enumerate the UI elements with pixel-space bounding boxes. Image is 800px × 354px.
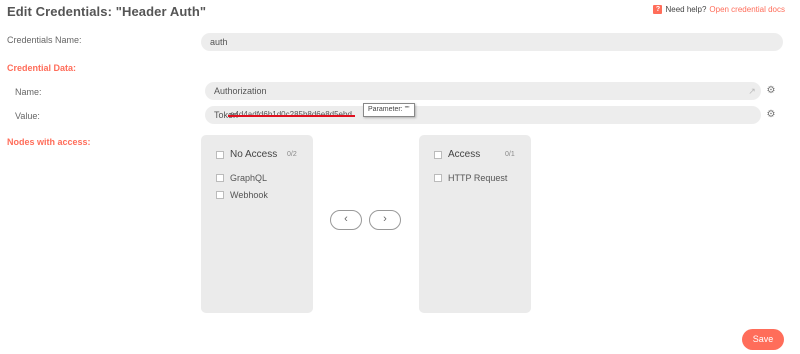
item-label: Webhook [230,190,268,200]
parameter-tooltip: Parameter: "" [363,103,415,117]
list-item[interactable]: GraphQL [216,173,267,183]
access-count: 0/1 [505,151,515,158]
select-all-checkbox[interactable] [216,150,224,159]
gears-icon[interactable]: ⚙ [765,85,777,97]
credentials-name-input[interactable]: auth [201,33,783,51]
move-left-button[interactable]: ‹ [330,210,362,230]
help-area: ? Need help? Open credential docs [653,5,785,14]
value-field[interactable]: Token e4d4adfd6b1d0c285b8d6e8d5ebdc Para… [205,103,761,124]
name-field[interactable]: Authorization ↗ [205,82,761,100]
name-field-value: Authorization [214,86,267,96]
list-item[interactable]: Webhook [216,190,268,200]
item-checkbox[interactable] [434,174,442,182]
redaction-line [228,115,355,117]
no-access-count: 0/2 [287,151,297,158]
item-checkbox[interactable] [216,191,224,199]
value-label: Value: [15,111,40,121]
no-access-title: No Access [230,149,278,160]
credential-data-heading: Credential Data: [7,63,77,73]
credentials-name-label: Credentials Name: [7,35,82,45]
credential-docs-link[interactable]: Open credential docs [709,5,785,14]
help-prefix: Need help? [665,5,707,14]
item-checkbox[interactable] [216,174,224,182]
page-title: Edit Credentials: "Header Auth" [7,4,207,19]
gears-icon[interactable]: ⚙ [765,109,777,121]
no-access-header: No Access [216,149,277,160]
list-item[interactable]: HTTP Request [434,173,507,183]
name-label: Name: [15,87,42,97]
access-panel: Access 0/1 HTTP Request [419,135,531,313]
move-right-button[interactable]: › [369,210,401,230]
item-label: GraphQL [230,173,268,183]
access-header: Access [434,149,480,160]
edit-expression-icon[interactable]: ↗ [747,86,757,96]
item-label: HTTP Request [448,173,508,183]
select-all-checkbox[interactable] [434,150,442,159]
help-icon: ? [653,5,663,14]
save-button[interactable]: Save [742,329,784,350]
nodes-access-heading: Nodes with access: [7,137,91,147]
access-title: Access [448,149,481,160]
no-access-panel: No Access 0/2 GraphQL Webhook [201,135,313,313]
